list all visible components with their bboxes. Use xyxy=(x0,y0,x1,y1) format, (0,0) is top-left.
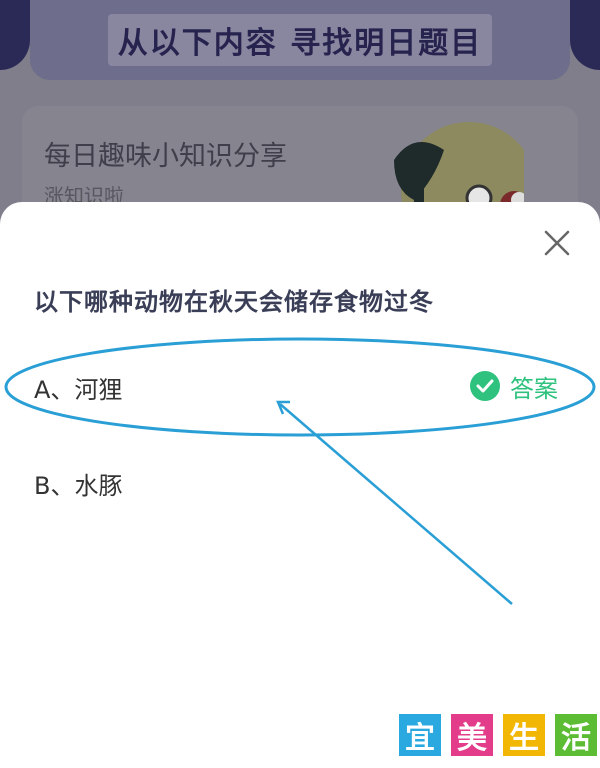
answer-badge: 答案 xyxy=(470,370,558,403)
close-icon[interactable] xyxy=(540,226,574,260)
watermark-char: 美 xyxy=(449,712,495,758)
banner-title: 从以下内容 寻找明日题目 xyxy=(107,14,493,66)
check-icon xyxy=(470,371,500,401)
watermark-char: 活 xyxy=(553,712,599,758)
watermark-char: 生 xyxy=(501,712,547,758)
quiz-question: 以下哪种动物在秋天会储存食物过冬 xyxy=(34,288,434,316)
option-a[interactable]: A、河狸 xyxy=(34,370,122,405)
option-b[interactable]: B、水豚 xyxy=(34,466,122,501)
answer-label: 答案 xyxy=(510,374,558,403)
watermark-char: 宜 xyxy=(397,712,443,758)
watermark-logo: 宜 美 生 活 xyxy=(397,712,599,758)
card-title: 每日趣味小知识分享 xyxy=(44,141,287,172)
background-banner: 从以下内容 寻找明日题目 xyxy=(30,0,570,80)
